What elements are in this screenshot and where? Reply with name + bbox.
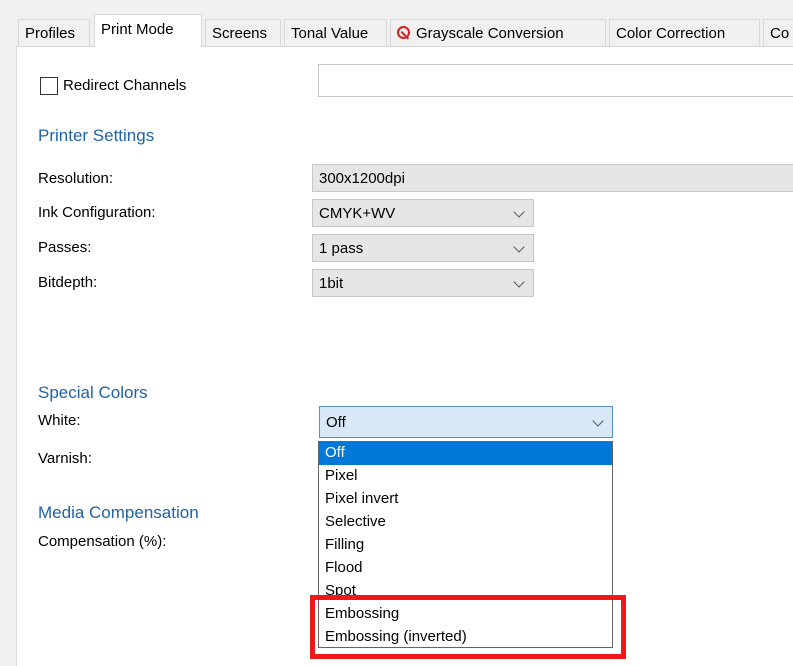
redirect-channels-checkbox[interactable] [40,77,58,95]
forbidden-icon [397,26,410,39]
chevron-down-icon [592,415,604,427]
tab-label: Screens [212,25,268,42]
redirect-channels-label: Redirect Channels [63,77,187,94]
chevron-down-icon [513,206,525,218]
tab-strip: Profiles Print Mode Screens Tonal Value … [0,0,793,47]
resolution-field: 300x1200dpi [312,164,793,192]
tab-grayscale-conversion[interactable]: Grayscale Conversion [390,19,606,46]
option-pixel-invert[interactable]: Pixel invert [319,488,612,511]
tab-screens[interactable]: Screens [205,19,281,46]
passes-label: Passes: [38,239,92,256]
highlight-box [310,595,626,659]
tab-label: Grayscale Conversion [416,25,564,42]
ink-configuration-value: CMYK+WV [319,205,396,222]
tab-label: Tonal Value [291,25,369,42]
chevron-down-icon [513,241,525,253]
printer-settings-heading: Printer Settings [38,126,155,145]
varnish-label: Varnish: [38,450,92,467]
tab-color-correction[interactable]: Color Correction [609,19,760,46]
option-off[interactable]: Off [319,442,612,465]
passes-select[interactable]: 1 pass [312,234,534,262]
white-label: White: [38,412,81,429]
tab-tonal-value[interactable]: Tonal Value [284,19,387,46]
special-colors-heading: Special Colors [38,383,148,402]
tab-label: Co [770,25,790,42]
resolution-label: Resolution: [38,170,114,187]
ink-configuration-label: Ink Configuration: [38,204,156,221]
bitdepth-value: 1bit [319,275,344,292]
tab-print-mode[interactable]: Print Mode [94,14,202,47]
tab-label: Profiles [25,25,76,42]
passes-value: 1 pass [319,240,364,257]
option-filling[interactable]: Filling [319,534,612,557]
media-compensation-heading: Media Compensation [38,503,199,522]
option-pixel[interactable]: Pixel [319,465,612,488]
redirect-channels-field[interactable] [318,64,793,97]
chevron-down-icon [513,276,525,288]
resolution-value: 300x1200dpi [319,170,405,187]
tab-label: Color Correction [616,25,726,42]
option-selective[interactable]: Selective [319,511,612,534]
white-value: Off [326,414,346,431]
tab-label: Print Mode [101,21,174,38]
tab-truncated[interactable]: Co [763,19,793,46]
tab-profiles[interactable]: Profiles [18,19,90,46]
white-select[interactable]: Off [319,406,613,438]
bitdepth-select[interactable]: 1bit [312,269,534,297]
bitdepth-label: Bitdepth: [38,274,98,291]
option-flood[interactable]: Flood [319,557,612,580]
ink-configuration-select[interactable]: CMYK+WV [312,199,534,227]
compensation-label: Compensation (%): [38,533,167,550]
